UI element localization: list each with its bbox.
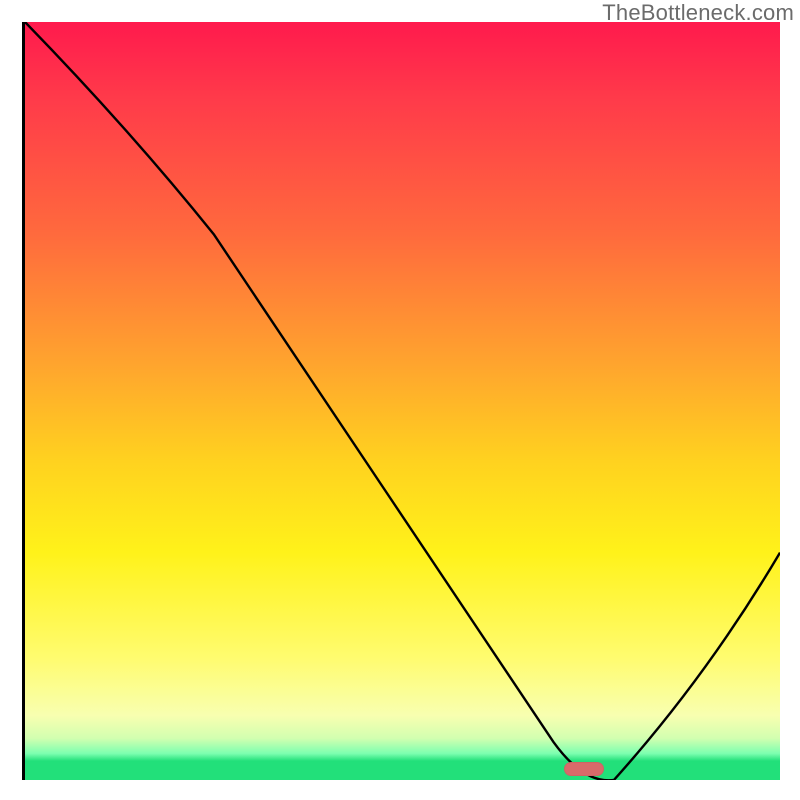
bottleneck-curve-path (25, 22, 780, 780)
optimal-marker-icon (564, 762, 604, 776)
bottleneck-curve (25, 22, 780, 780)
plot-area (25, 22, 780, 780)
chart-stage: TheBottleneck.com (0, 0, 800, 800)
